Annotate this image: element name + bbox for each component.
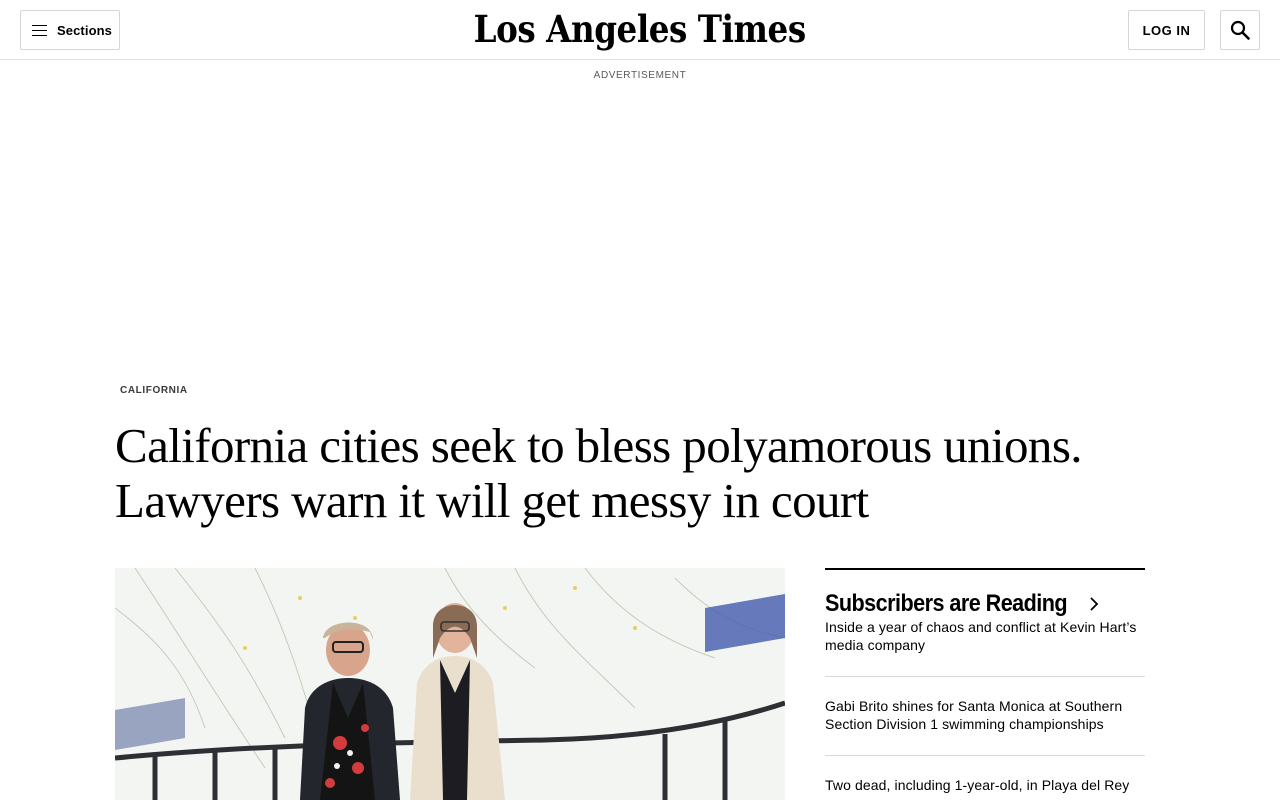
logo-text: Los Angeles Times xyxy=(473,7,807,51)
photo-illustration xyxy=(115,568,785,800)
search-icon xyxy=(1230,20,1250,40)
chevron-right-icon xyxy=(1090,597,1099,611)
advertisement-label: ADVERTISEMENT xyxy=(593,70,687,81)
site-logo[interactable]: Los Angeles Times xyxy=(0,4,1280,54)
sidebar-story-text: Inside a year of chaos and conflict at K… xyxy=(825,619,1137,653)
sidebar-story-text: Two dead, including 1-year-old, in Playa… xyxy=(825,777,1130,793)
article-photo[interactable] xyxy=(115,568,785,800)
login-button[interactable]: LOG IN xyxy=(1128,10,1205,50)
advertisement-slot[interactable] xyxy=(190,88,1090,348)
search-button[interactable] xyxy=(1220,10,1260,50)
sidebar-title: Subscribers are Reading xyxy=(825,590,1068,617)
subscribers-reading-sidebar: Subscribers are Reading Inside a year of… xyxy=(825,568,1145,800)
article-headline: California cities seek to bless polyamor… xyxy=(115,418,1175,528)
sidebar-story[interactable]: Two dead, including 1-year-old, in Playa… xyxy=(825,756,1145,800)
sidebar-story-text: Gabi Brito shines for Santa Monica at So… xyxy=(825,698,1123,732)
sidebar-story[interactable]: Inside a year of chaos and conflict at K… xyxy=(825,618,1145,677)
sidebar-title-link[interactable]: Subscribers are Reading xyxy=(825,590,1145,618)
headline-line-2: Lawyers warn it will get messy in court xyxy=(115,473,869,528)
section-tag-california[interactable]: CALIFORNIA xyxy=(120,385,188,396)
headline-line-1: California cities seek to bless polyamor… xyxy=(115,418,1083,473)
sidebar-story[interactable]: Gabi Brito shines for Santa Monica at So… xyxy=(825,677,1145,756)
site-header: Sections Los Angeles Times LOG IN xyxy=(0,0,1280,60)
